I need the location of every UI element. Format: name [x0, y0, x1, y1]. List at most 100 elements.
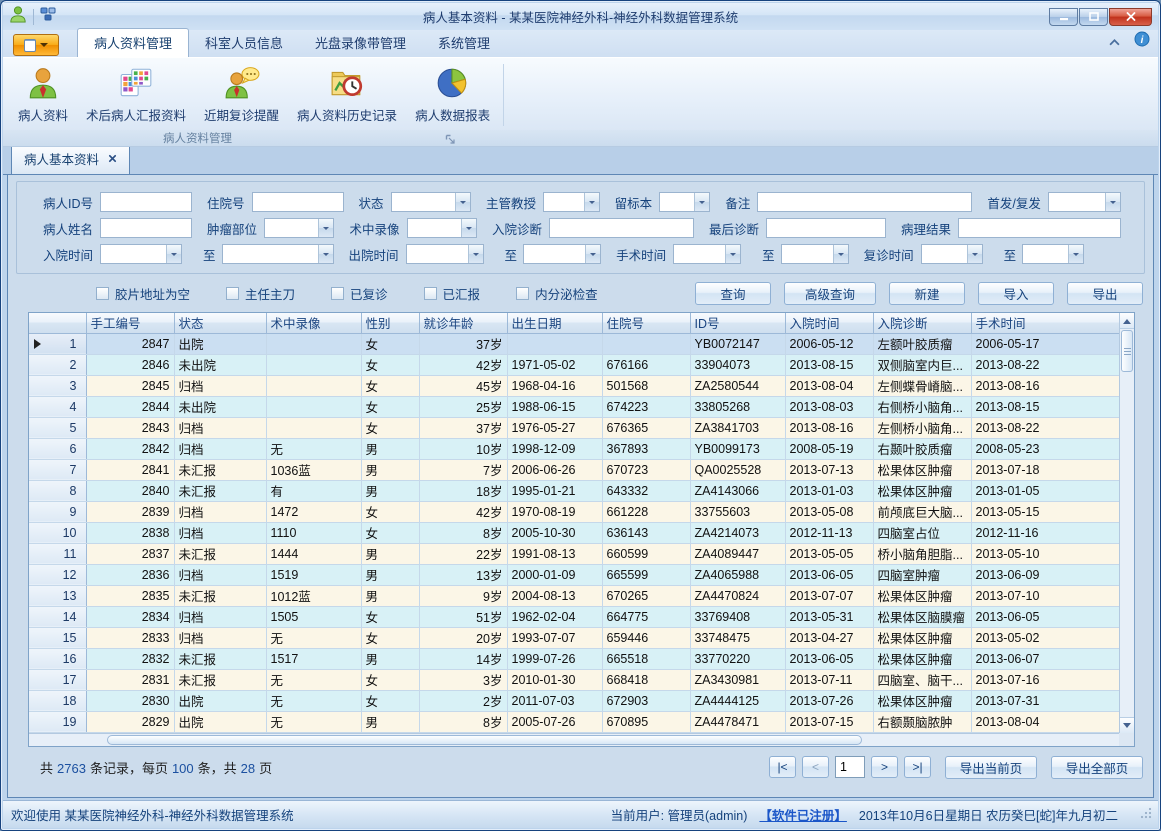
cell-birth-date[interactable]: 1971-05-02 — [507, 354, 602, 375]
filter-status-combo-value[interactable] — [392, 193, 455, 211]
cell-surgery-date[interactable]: 2013-06-09 — [971, 564, 1119, 585]
table-row[interactable]: 142834归档1505女51岁1962-02-0466477533769408… — [29, 606, 1119, 627]
license-link[interactable]: 【软件已注册】 — [759, 805, 847, 824]
filter-specimen-combo-value[interactable] — [660, 193, 694, 211]
cell-admission-diagnosis[interactable]: 松果体区脑膜瘤 — [873, 606, 971, 627]
column-header-admission-no[interactable]: 住院号 — [602, 313, 690, 333]
cell-id-no[interactable]: 33770220 — [690, 648, 785, 669]
cell-intraop-video[interactable]: 无 — [266, 627, 361, 648]
cell-id-no[interactable]: ZA4478471 — [690, 711, 785, 732]
cell-surgery-date[interactable]: 2013-08-16 — [971, 375, 1119, 396]
table-row[interactable]: 152833归档无女20岁1993-07-0765944633748475201… — [29, 627, 1119, 648]
row-header-cell[interactable]: 2 — [29, 354, 86, 375]
last-page-button[interactable]: >| — [904, 756, 931, 778]
cell-admission-no[interactable]: 672903 — [602, 690, 690, 711]
cell-manual-no[interactable]: 2832 — [86, 648, 174, 669]
cell-id-no[interactable]: 33748475 — [690, 627, 785, 648]
minimize-button[interactable] — [1049, 8, 1078, 26]
cell-admission-date[interactable]: 2013-07-11 — [785, 669, 873, 690]
column-header-status[interactable]: 状态 — [174, 313, 266, 333]
cell-gender[interactable]: 女 — [361, 375, 419, 396]
column-header-birth-date[interactable]: 出生日期 — [507, 313, 602, 333]
cell-gender[interactable]: 女 — [361, 333, 419, 354]
filter-patient-id-input[interactable] — [100, 192, 192, 212]
table-row[interactable]: 112837未汇报1444男22岁1991-08-13660599ZA40894… — [29, 543, 1119, 564]
cell-status[interactable]: 归档 — [174, 606, 266, 627]
filter-chief-professor-combo[interactable] — [543, 192, 600, 212]
cell-admission-diagnosis[interactable]: 右额颞脑脓肿 — [873, 711, 971, 732]
row-header-cell[interactable]: 18 — [29, 690, 86, 711]
row-header-cell[interactable]: 1 — [29, 333, 86, 354]
filter-admission-date-to-combo[interactable] — [222, 244, 334, 264]
export-all-pages-button[interactable]: 导出全部页 — [1051, 756, 1143, 779]
cell-admission-date[interactable]: 2013-05-08 — [785, 501, 873, 522]
cell-id-no[interactable]: ZA4214073 — [690, 522, 785, 543]
filter-discharge-date-from-combo-value[interactable] — [407, 245, 468, 263]
cell-admission-no[interactable]: 674223 — [602, 396, 690, 417]
cell-surgery-date[interactable]: 2008-05-23 — [971, 438, 1119, 459]
cell-status[interactable]: 归档 — [174, 375, 266, 396]
import-button[interactable]: 导入 — [978, 282, 1054, 305]
cell-id-no[interactable]: YB0072147 — [690, 333, 785, 354]
cell-manual-no[interactable]: 2847 — [86, 333, 174, 354]
filter-pathology-result-input[interactable] — [958, 218, 1121, 238]
filter-revisit-date-to-combo[interactable] — [1022, 244, 1084, 264]
table-row[interactable]: 162832未汇报1517男14岁1999-07-266655183377022… — [29, 648, 1119, 669]
cell-admission-date[interactable]: 2013-04-27 — [785, 627, 873, 648]
row-header-cell[interactable]: 12 — [29, 564, 86, 585]
table-row[interactable]: 72841未汇报1036蓝男7岁2006-06-26670723QA002552… — [29, 459, 1119, 480]
column-header-admission-date[interactable]: 入院时间 — [785, 313, 873, 333]
cell-birth-date[interactable]: 2005-07-26 — [507, 711, 602, 732]
cell-admission-diagnosis[interactable]: 四脑室、脑干... — [873, 669, 971, 690]
row-header-cell[interactable]: 19 — [29, 711, 86, 732]
cell-gender[interactable]: 女 — [361, 669, 419, 690]
cell-id-no[interactable]: ZA2580544 — [690, 375, 785, 396]
cell-intraop-video[interactable]: 无 — [266, 669, 361, 690]
cell-surgery-date[interactable]: 2013-07-31 — [971, 690, 1119, 711]
checkbox-reported[interactable]: 已汇报 — [424, 284, 481, 303]
ribbon-button-revisit-reminder[interactable]: 近期复诊提醒 — [195, 60, 288, 130]
checkbox-chief-surgeon-box[interactable] — [226, 287, 239, 300]
cell-visit-age[interactable]: 22岁 — [419, 543, 507, 564]
cell-status[interactable]: 归档 — [174, 417, 266, 438]
cell-manual-no[interactable]: 2837 — [86, 543, 174, 564]
filter-admission-date-to-combo-value[interactable] — [223, 245, 318, 263]
cell-gender[interactable]: 男 — [361, 648, 419, 669]
cell-admission-diagnosis[interactable]: 松果体区肿瘤 — [873, 627, 971, 648]
row-header-cell[interactable]: 15 — [29, 627, 86, 648]
scroll-down-icon[interactable] — [1120, 717, 1134, 733]
cell-admission-diagnosis[interactable]: 双侧脑室内巨... — [873, 354, 971, 375]
filter-status-combo-dropdown-button[interactable] — [455, 193, 470, 211]
cell-birth-date[interactable]: 1999-07-26 — [507, 648, 602, 669]
filter-intraop-video-combo-dropdown-button[interactable] — [461, 219, 476, 237]
row-header-cell[interactable]: 3 — [29, 375, 86, 396]
cell-surgery-date[interactable]: 2013-08-22 — [971, 417, 1119, 438]
cell-gender[interactable]: 男 — [361, 711, 419, 732]
filter-tumor-site-combo[interactable] — [264, 218, 334, 238]
filter-discharge-date-to-combo-value[interactable] — [524, 245, 585, 263]
ribbon-tab-0[interactable]: 病人资料管理 — [77, 28, 189, 57]
cell-gender[interactable]: 女 — [361, 501, 419, 522]
filter-revisit-date-from-combo[interactable] — [921, 244, 983, 264]
row-header-cell[interactable]: 17 — [29, 669, 86, 690]
cell-admission-no[interactable]: 665518 — [602, 648, 690, 669]
cell-admission-date[interactable]: 2013-08-15 — [785, 354, 873, 375]
ribbon-button-pie-report[interactable]: 病人数据报表 — [406, 60, 499, 130]
cell-id-no[interactable]: 33755603 — [690, 501, 785, 522]
cell-visit-age[interactable]: 8岁 — [419, 711, 507, 732]
cell-admission-diagnosis[interactable]: 松果体区肿瘤 — [873, 690, 971, 711]
cell-admission-diagnosis[interactable]: 前颅底巨大脑... — [873, 501, 971, 522]
table-row[interactable]: 12847出院女37岁YB00721472006-05-12左额叶胶质瘤2006… — [29, 333, 1119, 354]
filter-first-or-relapse-combo-value[interactable] — [1049, 193, 1105, 211]
cell-visit-age[interactable]: 8岁 — [419, 522, 507, 543]
cell-status[interactable]: 未汇报 — [174, 648, 266, 669]
cell-status[interactable]: 未汇报 — [174, 543, 266, 564]
cell-admission-no[interactable]: 501568 — [602, 375, 690, 396]
cell-visit-age[interactable]: 20岁 — [419, 627, 507, 648]
cell-intraop-video[interactable]: 无 — [266, 690, 361, 711]
cell-birth-date[interactable]: 2000-01-09 — [507, 564, 602, 585]
filter-discharge-date-from-combo-dropdown-button[interactable] — [468, 245, 483, 263]
filter-discharge-date-from-combo[interactable] — [406, 244, 484, 264]
filter-admission-diagnosis-input[interactable] — [549, 218, 694, 238]
cell-admission-no[interactable]: 668418 — [602, 669, 690, 690]
